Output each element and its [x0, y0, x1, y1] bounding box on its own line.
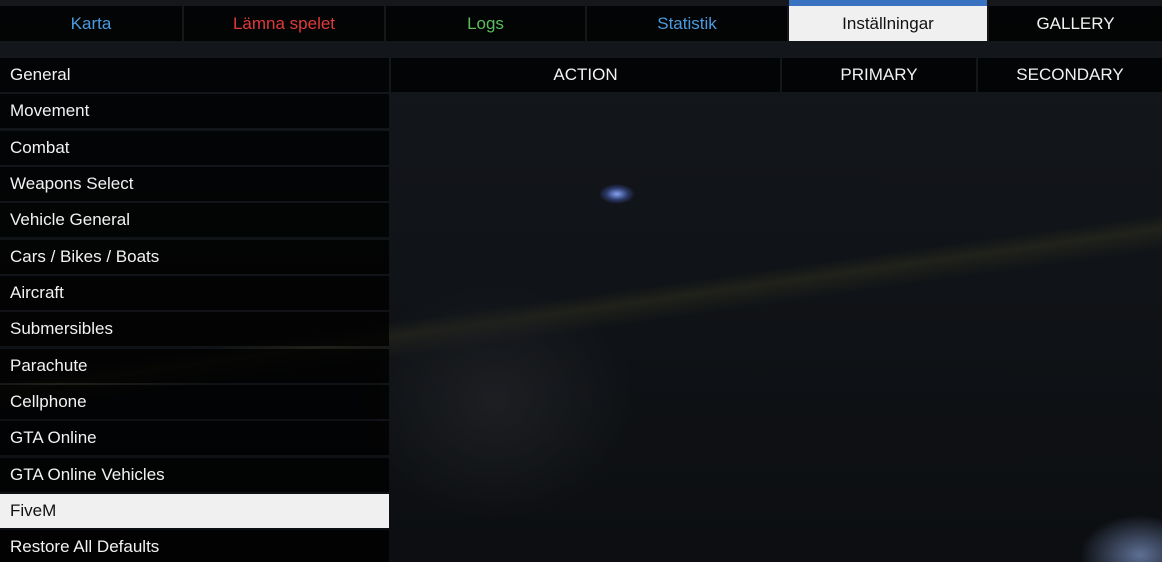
- keybind-table-header: ACTION PRIMARY SECONDARY: [391, 58, 1162, 92]
- menu-item-parachute[interactable]: Parachute: [0, 348, 389, 383]
- tab-statistik[interactable]: Statistik: [587, 6, 789, 41]
- menu-item-combat[interactable]: Combat: [0, 130, 389, 165]
- menu-item-general[interactable]: General: [0, 58, 389, 92]
- menu-item-label: Vehicle General: [10, 210, 131, 230]
- tab-gallery[interactable]: GALLERY: [989, 6, 1162, 41]
- tab-karta[interactable]: Karta: [0, 6, 184, 41]
- menu-item-label: FiveM: [10, 501, 57, 521]
- tab-installningar[interactable]: Inställningar: [789, 0, 989, 41]
- column-header-label: PRIMARY: [840, 65, 918, 84]
- menu-item-label: Movement: [10, 101, 90, 121]
- menu-item-label: Submersibles: [10, 319, 113, 339]
- settings-category-menu: General Movement Combat Weapons Select V…: [0, 58, 389, 562]
- column-header-label: SECONDARY: [1016, 65, 1124, 84]
- menu-item-fivem[interactable]: FiveM: [0, 494, 389, 529]
- column-header-label: ACTION: [553, 65, 618, 84]
- column-header-secondary: SECONDARY: [978, 58, 1162, 92]
- tab-label: GALLERY: [1036, 13, 1115, 33]
- column-header-action: ACTION: [391, 58, 780, 92]
- menu-item-submersibles[interactable]: Submersibles: [0, 312, 389, 347]
- menu-item-movement[interactable]: Movement: [0, 94, 389, 129]
- pause-menu-tabs: Karta Lämna spelet Logs Statistik Instäl…: [0, 0, 1162, 41]
- tab-label: Statistik: [657, 13, 717, 33]
- tab-label: Karta: [70, 13, 112, 33]
- tab-label: Logs: [467, 13, 504, 33]
- menu-item-cars-bikes-boats[interactable]: Cars / Bikes / Boats: [0, 239, 389, 274]
- menu-item-gta-online-vehicles[interactable]: GTA Online Vehicles: [0, 457, 389, 492]
- menu-item-label: Cellphone: [10, 392, 87, 412]
- column-header-primary: PRIMARY: [782, 58, 976, 92]
- tab-label: Inställningar: [842, 13, 934, 33]
- menu-item-gta-online[interactable]: GTA Online: [0, 421, 389, 456]
- tab-lamna-spelet[interactable]: Lämna spelet: [184, 6, 386, 41]
- menu-item-vehicle-general[interactable]: Vehicle General: [0, 203, 389, 238]
- menu-item-weapons-select[interactable]: Weapons Select: [0, 167, 389, 202]
- menu-item-restore-all-defaults[interactable]: Restore All Defaults: [0, 530, 389, 562]
- menu-item-label: Parachute: [10, 355, 88, 375]
- menu-item-label: General: [10, 65, 71, 84]
- tab-label: Lämna spelet: [232, 13, 336, 33]
- menu-item-label: GTA Online: [10, 428, 97, 448]
- menu-item-aircraft[interactable]: Aircraft: [0, 276, 389, 311]
- menu-item-label: GTA Online Vehicles: [10, 464, 165, 484]
- menu-item-label: Restore All Defaults: [10, 537, 160, 557]
- menu-item-label: Cars / Bikes / Boats: [10, 246, 160, 266]
- menu-item-cellphone[interactable]: Cellphone: [0, 385, 389, 420]
- menu-item-label: Aircraft: [10, 283, 64, 303]
- menu-item-label: Weapons Select: [10, 174, 134, 194]
- tab-logs[interactable]: Logs: [386, 6, 587, 41]
- menu-item-label: Combat: [10, 137, 70, 157]
